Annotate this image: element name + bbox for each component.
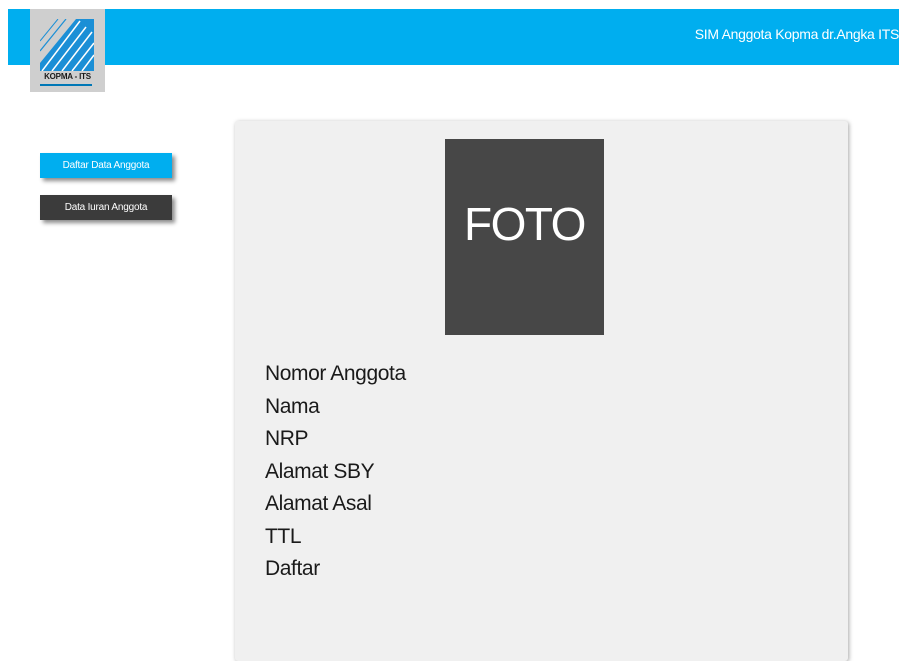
- member-detail-panel: FOTO Nomor Anggota Nama NRP Alamat SBY A…: [235, 121, 848, 661]
- field-alamat-sby: Alamat SBY: [265, 459, 375, 483]
- header-bar: SIM Anggota Kopma dr.Angka ITS: [8, 9, 899, 65]
- logo-underline: [40, 84, 92, 86]
- photo-placeholder-label: FOTO: [464, 198, 586, 250]
- member-field-list: Nomor Anggota Nama NRP Alamat SBY Alamat…: [265, 358, 406, 586]
- field-ttl: TTL: [265, 524, 302, 548]
- kopma-logo-icon: [40, 19, 94, 71]
- field-daftar: Daftar: [265, 557, 320, 580]
- nav-daftar-data-anggota[interactable]: Daftar Data Anggota: [40, 153, 172, 178]
- nav-data-iuran-anggota[interactable]: Data Iuran Anggota: [40, 195, 172, 220]
- logo-text: KOPMA - ITS: [44, 72, 91, 81]
- field-nama: Nama: [265, 394, 320, 418]
- field-nrp: NRP: [265, 427, 309, 450]
- logo[interactable]: KOPMA - ITS: [30, 9, 105, 92]
- member-photo-placeholder: FOTO: [445, 139, 604, 335]
- field-nomor-anggota: Nomor Anggota: [265, 362, 406, 385]
- app-title: SIM Anggota Kopma dr.Angka ITS: [694, 26, 899, 42]
- field-alamat-asal: Alamat Asal: [265, 492, 372, 515]
